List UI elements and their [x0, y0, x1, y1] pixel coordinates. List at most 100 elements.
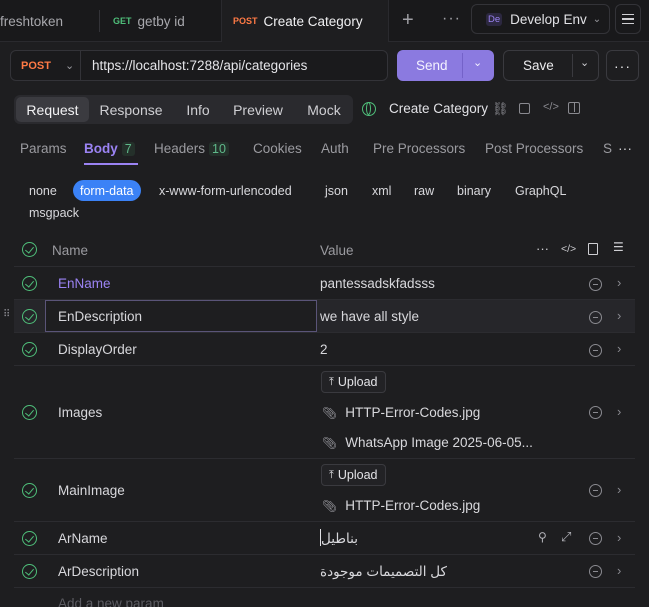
row-checkbox[interactable]	[22, 564, 37, 579]
panel-icon[interactable]	[568, 102, 580, 114]
file-name[interactable]: HTTP-Error-Codes.jpg	[345, 498, 480, 513]
body-type-none[interactable]: none	[29, 180, 57, 201]
param-name[interactable]: EnDescription	[58, 309, 142, 324]
chevron-right-icon[interactable]: ›	[617, 530, 621, 545]
magic-wand-icon[interactable]: ⚲	[538, 530, 547, 544]
row-checkbox[interactable]	[22, 531, 37, 546]
remove-icon[interactable]	[589, 406, 602, 419]
save-button[interactable]: Save ⌄	[503, 50, 599, 81]
more-tabs-icon[interactable]: ···	[442, 10, 461, 28]
chevron-right-icon[interactable]: ›	[617, 341, 621, 356]
paperclip-icon: 📎︎	[322, 436, 338, 450]
remove-icon[interactable]	[589, 344, 602, 357]
tab-mock[interactable]: Mock	[299, 97, 349, 122]
tab-auth[interactable]: Auth	[321, 141, 349, 156]
menu-icon[interactable]	[615, 4, 641, 34]
add-param-input[interactable]: Add a new param	[58, 596, 164, 607]
request-tabs: Request Response Info Preview Mock	[14, 95, 353, 124]
globe-icon	[362, 102, 376, 116]
more-subtabs-icon[interactable]: ···	[614, 140, 636, 156]
request-name[interactable]: Create Category	[389, 101, 488, 116]
param-name[interactable]: Images	[58, 405, 102, 420]
column-header-name: Name	[52, 243, 89, 258]
body-type-msgpack[interactable]: msgpack	[29, 202, 79, 223]
param-value[interactable]: pantessadskfadsss	[320, 276, 435, 291]
code-icon[interactable]: </>	[543, 101, 559, 113]
more-icon[interactable]: ···	[536, 241, 549, 256]
chevron-down-icon[interactable]: ⌄	[473, 56, 482, 69]
add-tab-icon[interactable]: +	[402, 9, 414, 32]
row-checkbox[interactable]	[22, 342, 37, 357]
copy-icon[interactable]	[519, 103, 530, 114]
send-button[interactable]: Send ⌄	[397, 50, 494, 81]
url-input[interactable]: https://localhost:7288/api/categories	[92, 58, 307, 73]
code-icon[interactable]: </>	[561, 243, 576, 255]
tab-body[interactable]: Body 7	[84, 141, 135, 156]
tab-cookies[interactable]: Cookies	[253, 141, 302, 156]
chevron-down-icon: ⌄	[592, 13, 602, 25]
remove-icon[interactable]	[589, 278, 602, 291]
body-type-json[interactable]: json	[325, 180, 348, 201]
remove-icon[interactable]	[589, 311, 602, 324]
paperclip-icon: 📎︎	[322, 406, 338, 420]
body-type-binary[interactable]: binary	[457, 180, 491, 201]
tab-freshtoken[interactable]: freshtoken	[0, 0, 63, 42]
tab-create-category[interactable]: POST Create Category	[221, 0, 389, 42]
chevron-down-icon: ⌄	[64, 60, 75, 72]
tab-post-processors[interactable]: Post Processors	[485, 141, 583, 156]
chevron-down-icon[interactable]: ⌄	[580, 56, 589, 69]
upload-button[interactable]: ⤒ Upload	[321, 371, 386, 393]
tab-response[interactable]: Response	[94, 97, 168, 122]
headers-count-badge: 10	[209, 142, 229, 156]
tab-preview[interactable]: Preview	[226, 97, 290, 122]
param-value[interactable]: we have all style	[320, 309, 419, 324]
link-icon[interactable]: ⛓	[492, 101, 509, 117]
param-name[interactable]: ArName	[58, 531, 108, 546]
drag-handle-icon[interactable]: ⠿	[3, 309, 10, 320]
row-checkbox[interactable]	[22, 309, 37, 324]
chevron-right-icon[interactable]: ›	[617, 482, 621, 497]
file-name[interactable]: HTTP-Error-Codes.jpg	[345, 405, 480, 420]
tab-request[interactable]: Request	[16, 97, 89, 122]
bulk-edit-icon[interactable]: ☰	[613, 240, 624, 254]
body-type-raw[interactable]: raw	[414, 180, 434, 201]
body-type-urlencoded[interactable]: x-www-form-urlencoded	[159, 180, 292, 201]
param-name[interactable]: DisplayOrder	[58, 342, 137, 357]
more-options-icon[interactable]: ···	[606, 50, 639, 81]
param-value[interactable]: بناطيل	[321, 531, 358, 547]
tab-params[interactable]: Params	[20, 141, 67, 156]
row-checkbox[interactable]	[22, 276, 37, 291]
remove-icon[interactable]	[589, 532, 602, 545]
param-name[interactable]: EnName	[58, 276, 111, 291]
chevron-right-icon[interactable]: ›	[617, 275, 621, 290]
chevron-right-icon[interactable]: ›	[617, 563, 621, 578]
tab-info[interactable]: Info	[174, 97, 222, 122]
body-type-form-data[interactable]: form-data	[73, 180, 141, 201]
file-name[interactable]: WhatsApp Image 2025-06-05...	[345, 435, 533, 450]
method-select[interactable]: POST ⌄	[11, 51, 81, 80]
row-checkbox[interactable]	[22, 483, 37, 498]
tab-headers[interactable]: Headers 10	[154, 141, 229, 156]
param-value[interactable]: 2	[320, 342, 328, 357]
param-value[interactable]: كل التصميمات موجودة	[320, 564, 447, 580]
expand-icon[interactable]: ⤢	[561, 529, 571, 545]
body-type-xml[interactable]: xml	[372, 180, 391, 201]
body-type-graphql[interactable]: GraphQL	[515, 180, 566, 201]
env-selector[interactable]: De Develop Env ⌄	[471, 4, 610, 34]
param-name[interactable]: ArDescription	[58, 564, 139, 579]
tab-getby-id[interactable]: GET getby id	[113, 0, 185, 42]
upload-label: Upload	[337, 375, 378, 389]
edit-icon[interactable]	[588, 243, 598, 255]
remove-icon[interactable]	[589, 484, 602, 497]
env-badge: De	[486, 12, 503, 26]
upload-icon: ⤒	[329, 468, 334, 481]
remove-icon[interactable]	[589, 565, 602, 578]
tab-more[interactable]: S	[603, 141, 612, 156]
row-checkbox[interactable]	[22, 405, 37, 420]
tab-pre-processors[interactable]: Pre Processors	[373, 141, 465, 156]
chevron-right-icon[interactable]: ›	[617, 308, 621, 323]
chevron-right-icon[interactable]: ›	[617, 404, 621, 419]
upload-button[interactable]: ⤒ Upload	[321, 464, 386, 486]
select-all-checkbox[interactable]	[22, 242, 37, 257]
param-name[interactable]: MainImage	[58, 483, 125, 498]
